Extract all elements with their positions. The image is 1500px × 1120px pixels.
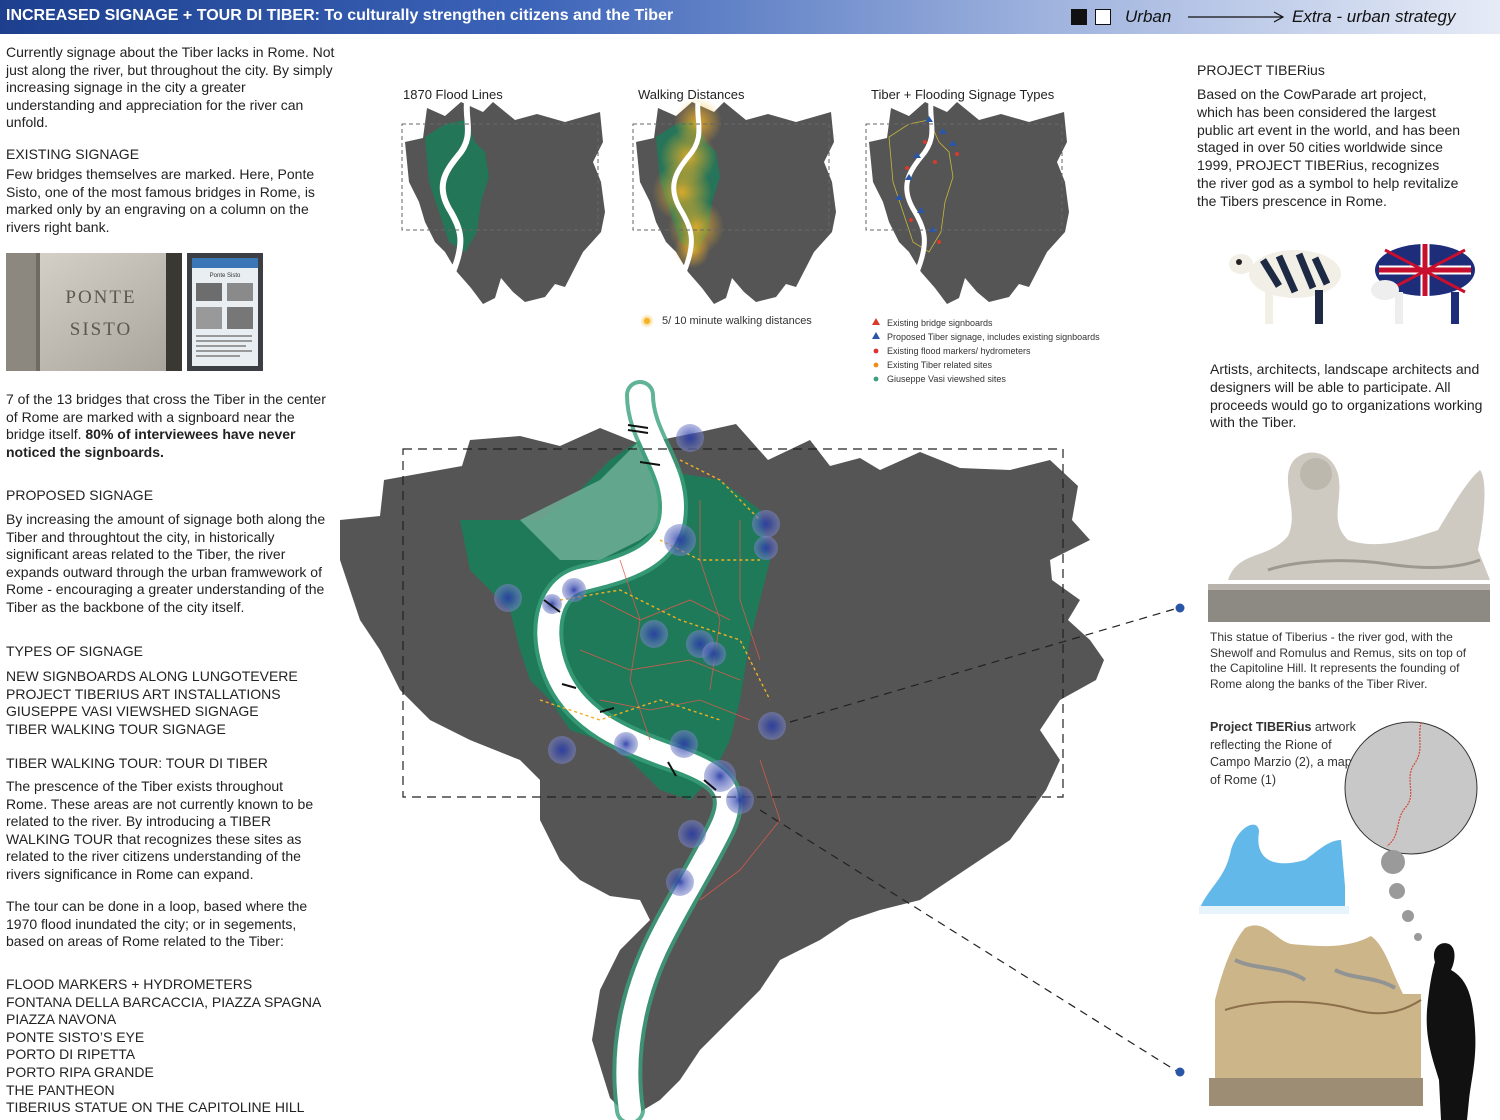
signage-types-map [865, 101, 1069, 304]
legend-item-tiber-sites: Existing Tiber related sites [887, 360, 993, 370]
flood-lines-map [401, 101, 605, 304]
zebra-cow [1229, 250, 1341, 324]
marble-statue-artwork [1209, 925, 1423, 1106]
project-heading: PROJECT TIBERius [1197, 62, 1325, 78]
walking-distances-map [632, 98, 836, 304]
union-jack-cow [1371, 244, 1475, 324]
legend-item-flood-markers: Existing flood markers/ hydrometers [887, 346, 1031, 356]
legend-item-proposed-signage: Proposed Tiber signage, includes existin… [887, 332, 1100, 342]
artwork-illustration [1199, 721, 1478, 1120]
legend-item-bridge-signboards: Existing bridge signboards [887, 318, 993, 328]
tiberius-statue-photo [1208, 440, 1490, 622]
statue-caption: This statue of Tiberius - the river god,… [1210, 630, 1467, 691]
participate-text: Artists, architects, landscape architect… [1210, 361, 1483, 431]
person-silhouette [1426, 943, 1476, 1120]
blue-statue-sketch [1199, 824, 1349, 914]
tour-di-tiber-map [340, 380, 1185, 1120]
walking-legend-label: 5/ 10 minute walking distances [662, 315, 812, 327]
project-text: Based on the CowParade art project, whic… [1197, 86, 1461, 209]
legend-item-vasi-viewsheds: Giuseppe Vasi viewshed sites [887, 374, 1006, 384]
campo-marzio-thought-bubble [1344, 721, 1478, 855]
cowparade-photo [1215, 226, 1485, 342]
